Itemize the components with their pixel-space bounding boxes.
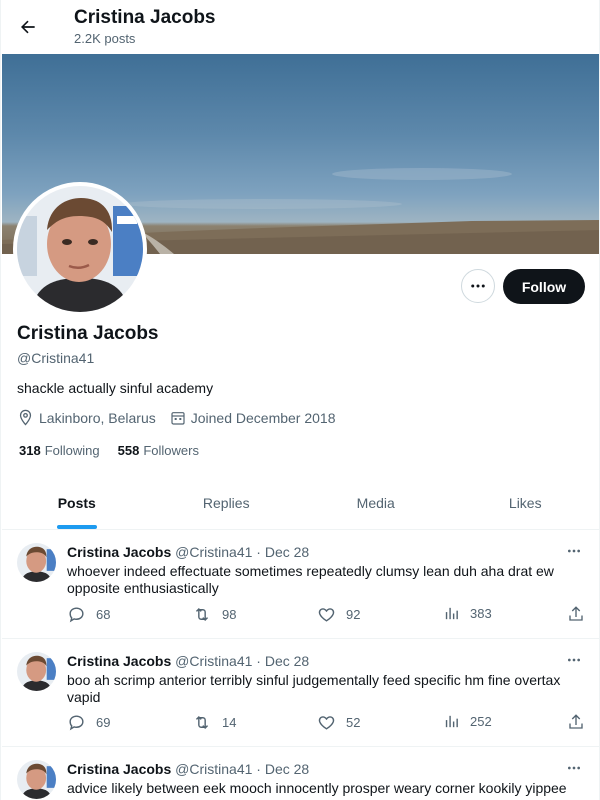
post-avatar[interactable] [17, 543, 56, 582]
views-count: 383 [470, 606, 492, 621]
post-separator: · [256, 544, 261, 560]
more-horizontal-icon [568, 658, 580, 662]
share-icon [569, 714, 583, 729]
following-label: Following [44, 443, 100, 458]
profile-joined: Joined December 2018 [170, 410, 336, 426]
tab-posts-label: Posts [57, 495, 96, 511]
reply-icon [69, 607, 84, 623]
tab-likes[interactable]: Likes [451, 477, 600, 529]
profile-joined-text: Joined December 2018 [190, 409, 336, 426]
share-button[interactable] [567, 605, 595, 623]
post-actions: 69 14 52 252 [67, 713, 587, 733]
tab-media-label: Media [356, 495, 395, 511]
repost-count: 14 [222, 715, 237, 730]
followers-label: Followers [143, 443, 199, 458]
post-more-button[interactable] [564, 652, 584, 668]
reply-button[interactable]: 69 [67, 713, 110, 732]
post-author-name[interactable]: Cristina Jacobs [67, 761, 171, 777]
profile-bio: shackle actually sinful academy [17, 380, 214, 396]
header-title: Cristina Jacobs [74, 7, 216, 28]
tab-media[interactable]: Media [301, 477, 451, 529]
post-text: whoever indeed effectuate sometimes repe… [67, 563, 554, 596]
reply-count: 69 [96, 715, 111, 730]
share-icon [569, 606, 583, 621]
profile-location-text: Lakinboro, Belarus [39, 409, 156, 426]
reply-icon [69, 715, 84, 731]
post-date[interactable]: Dec 28 [265, 544, 309, 560]
profile-handle: @Cristina41 [17, 350, 95, 366]
follow-counts: 318 Following 558 Followers [19, 443, 217, 458]
post-separator: · [256, 761, 261, 777]
views-button[interactable]: 383 [443, 605, 492, 622]
profile-tabs: Posts Replies Media Likes [2, 477, 600, 530]
post-date[interactable]: Dec 28 [265, 761, 309, 777]
post-text: advice likely between eek mooch innocent… [67, 780, 567, 796]
heart-icon [318, 608, 335, 622]
followers-link[interactable]: 558 Followers [118, 443, 199, 458]
back-button[interactable] [13, 12, 43, 42]
like-count: 92 [346, 607, 361, 622]
profile-avatar[interactable] [13, 182, 147, 316]
views-chart-icon [445, 715, 458, 728]
back-arrow-icon [21, 20, 35, 34]
post-separator: · [256, 653, 261, 669]
post-text: boo ah scrimp anterior terribly sinful j… [67, 672, 561, 705]
profile-header-bar: Cristina Jacobs 2.2K posts [1, 0, 599, 53]
tab-likes-label: Likes [508, 495, 542, 511]
post-author-name[interactable]: Cristina Jacobs [67, 544, 171, 560]
share-button[interactable] [567, 713, 595, 731]
post-header: Cristina Jacobs @Cristina41 · Dec 28 [67, 653, 309, 669]
profile-meta: Lakinboro, Belarus Joined December 2018 [17, 409, 350, 426]
views-chart-icon [445, 607, 458, 620]
reply-button[interactable]: 68 [67, 605, 110, 624]
views-button[interactable]: 252 [443, 713, 492, 730]
tab-posts[interactable]: Posts [2, 477, 152, 529]
active-tab-indicator [56, 525, 97, 529]
following-link[interactable]: 318 Following [19, 443, 100, 458]
post-more-button[interactable] [564, 543, 584, 559]
post-date[interactable]: Dec 28 [265, 653, 309, 669]
post-more-button[interactable] [564, 760, 584, 776]
repost-count: 98 [222, 607, 237, 622]
post-header: Cristina Jacobs @Cristina41 · Dec 28 [67, 761, 309, 777]
more-horizontal-icon [568, 766, 580, 770]
post-actions: 68 98 92 383 [67, 605, 587, 625]
follow-button[interactable]: Follow [503, 269, 585, 304]
post-item[interactable]: Cristina Jacobs @Cristina41 · Dec 28 who… [2, 531, 599, 639]
post-author-handle[interactable]: @Cristina41 [175, 761, 252, 777]
post-avatar[interactable] [17, 652, 56, 691]
followers-count: 558 [117, 443, 140, 458]
views-count: 252 [470, 714, 492, 729]
more-options-button[interactable] [461, 269, 495, 303]
like-count: 52 [346, 715, 361, 730]
repost-button[interactable]: 14 [192, 713, 236, 732]
repost-icon [195, 607, 209, 622]
header-post-count: 2.2K posts [74, 31, 136, 46]
reply-count: 68 [96, 607, 111, 622]
post-header: Cristina Jacobs @Cristina41 · Dec 28 [67, 544, 309, 560]
repost-button[interactable]: 98 [192, 605, 236, 624]
profile-name: Cristina Jacobs [17, 323, 159, 344]
heart-icon [318, 716, 335, 730]
post-item[interactable]: Cristina Jacobs @Cristina41 · Dec 28 boo… [2, 640, 599, 747]
like-button[interactable]: 92 [317, 605, 360, 624]
tab-replies-label: Replies [202, 495, 250, 511]
calendar-icon [171, 411, 185, 425]
post-author-handle[interactable]: @Cristina41 [175, 544, 252, 560]
post-item[interactable]: Cristina Jacobs @Cristina41 · Dec 28 adv… [2, 748, 599, 800]
more-horizontal-icon [568, 549, 580, 553]
post-avatar[interactable] [17, 760, 56, 799]
tab-replies[interactable]: Replies [152, 477, 302, 529]
like-button[interactable]: 52 [317, 713, 360, 732]
profile-page: Cristina Jacobs 2.2K posts Follow Cristi… [0, 0, 600, 800]
repost-icon [195, 715, 209, 730]
location-pin-icon [19, 409, 32, 426]
post-author-name[interactable]: Cristina Jacobs [67, 653, 171, 669]
profile-location: Lakinboro, Belarus [17, 409, 156, 426]
following-count: 318 [19, 443, 41, 458]
more-horizontal-icon [471, 284, 485, 288]
post-author-handle[interactable]: @Cristina41 [175, 653, 252, 669]
